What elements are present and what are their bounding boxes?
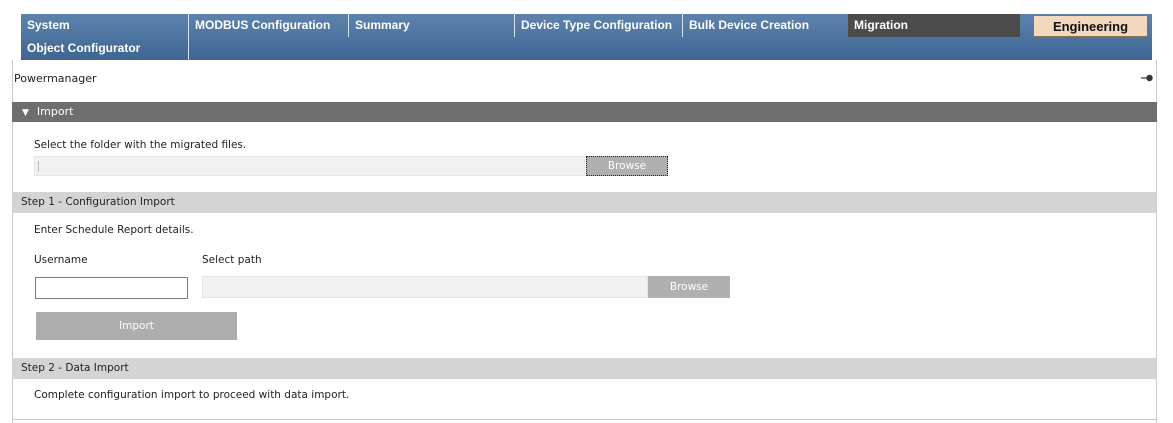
import-section-title: Import — [36, 105, 74, 118]
step1-header: Step 1 - Configuration Import — [12, 192, 1157, 213]
folder-path-input[interactable] — [34, 156, 585, 176]
import-button[interactable]: Import — [36, 312, 237, 340]
username-input[interactable] — [35, 277, 188, 299]
top-tab-bar: System MODBUS Configuration Summary Devi… — [21, 14, 1152, 60]
step1-instructions: Enter Schedule Report details. — [34, 224, 194, 236]
browse-folder-button[interactable]: Browse — [586, 156, 668, 176]
collapse-triangle-icon: ▼ — [22, 108, 29, 118]
browse-path-button[interactable]: Browse — [648, 276, 730, 298]
folder-prompt: Select the folder with the migrated file… — [34, 139, 247, 151]
tab-modbus-configuration[interactable]: MODBUS Configuration — [189, 14, 349, 37]
username-label: Username — [34, 254, 88, 266]
step2-header: Step 2 - Data Import — [12, 358, 1157, 379]
tab-system[interactable]: System — [21, 14, 189, 37]
import-section-header[interactable]: ▼ Import — [12, 102, 1157, 122]
path-input[interactable] — [202, 276, 648, 298]
tab-device-type-configuration[interactable]: Device Type Configuration — [515, 14, 683, 37]
tab-object-configurator[interactable]: Object Configurator — [21, 37, 189, 60]
tab-migration[interactable]: Migration — [848, 14, 1020, 37]
select-path-label: Select path — [202, 254, 262, 266]
bottom-border — [12, 419, 1157, 420]
tab-bulk-device-creation[interactable]: Bulk Device Creation — [683, 14, 848, 37]
tab-summary[interactable]: Summary — [349, 14, 515, 37]
pin-icon[interactable] — [1141, 73, 1153, 83]
page-title: Powermanager — [14, 72, 97, 85]
step2-message: Complete configuration import to proceed… — [34, 389, 350, 401]
tab-engineering[interactable]: Engineering — [1033, 15, 1148, 37]
